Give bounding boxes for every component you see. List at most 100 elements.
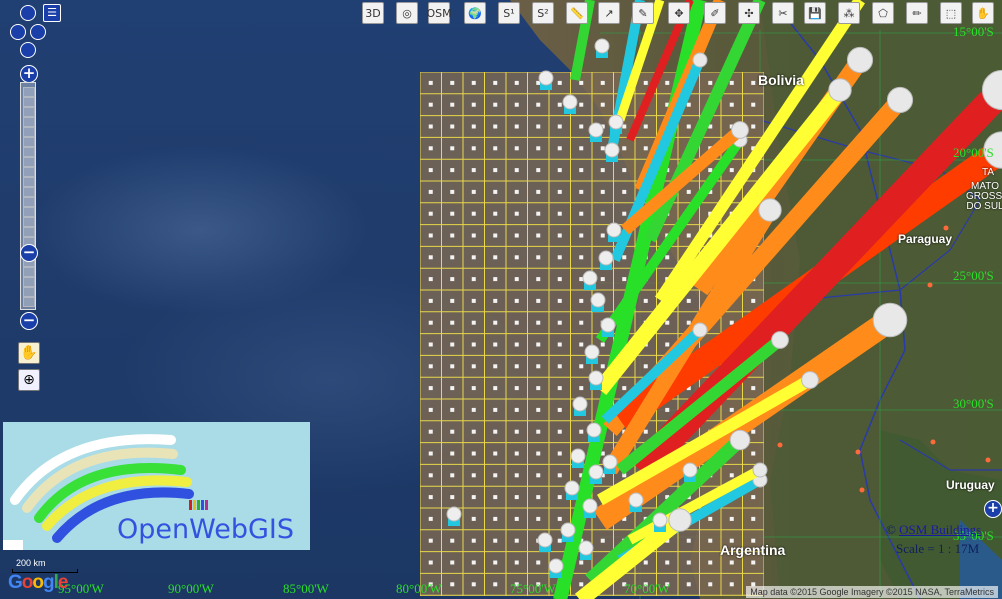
delete-button[interactable]: ✂ <box>772 2 794 24</box>
zoom-level-tick[interactable] <box>23 147 35 157</box>
building-cap <box>628 492 644 508</box>
expand-button[interactable]: + <box>984 500 1002 518</box>
osm-button[interactable]: OSM <box>426 2 452 24</box>
zoom-level-tick[interactable] <box>23 297 35 307</box>
draw-icon: ✏ <box>912 6 922 20</box>
building-cap <box>608 114 624 130</box>
osm-buildings-link[interactable]: OSM Buildings <box>899 522 981 537</box>
zoom-level-tick[interactable] <box>23 87 35 97</box>
zoom-level-tick[interactable] <box>23 187 35 197</box>
building-cap <box>692 52 708 68</box>
country-label-paraguay: Paraguay <box>898 232 953 246</box>
map-attribution[interactable]: Map data ©2015 Google Imagery ©2015 NASA… <box>746 586 998 598</box>
nodes-icon: ⁂ <box>843 6 855 20</box>
zoom-level-tick[interactable] <box>23 197 35 207</box>
zoom-level-tick[interactable] <box>23 117 35 127</box>
select-box-button[interactable]: ⬚ <box>940 2 962 24</box>
logo-name: OpenWebGIS <box>117 514 295 545</box>
lat-label-20s: 20°00'S <box>953 145 994 160</box>
building-cap <box>582 498 598 514</box>
move-node-button[interactable]: ✣ <box>738 2 760 24</box>
ruler-button[interactable]: 📏 <box>566 2 588 24</box>
zoom-level-tick[interactable] <box>23 267 35 277</box>
nodes-button[interactable]: ⁂ <box>838 2 860 24</box>
zoom-level-tick[interactable] <box>23 107 35 117</box>
pan-right-button[interactable] <box>30 24 46 40</box>
zoom-level-tick[interactable] <box>23 127 35 137</box>
route-icon: ↗ <box>604 6 614 20</box>
s2-button[interactable]: S² <box>532 2 554 24</box>
globe-button[interactable]: 🌍 <box>464 2 486 24</box>
google-logo: Google <box>8 572 68 594</box>
select-box-icon: ⬚ <box>945 6 957 20</box>
openwebgis-logo: OpenWebGIS <box>3 422 310 550</box>
building-cap <box>588 464 604 480</box>
edit-button[interactable]: ✐ <box>704 2 726 24</box>
pan-icon: ✋ <box>976 6 990 20</box>
osm-credit: © OSM Buildings <box>886 522 981 538</box>
zoom-level-tick[interactable] <box>23 207 35 217</box>
zoom-box-tool[interactable]: ⊕ <box>18 369 40 391</box>
country-label-uruguay: Uruguay <box>946 478 995 492</box>
osm-icon: OSM <box>426 6 452 20</box>
lon-label-70w: 70°00'W <box>624 581 670 596</box>
zoom-level-tick[interactable] <box>23 277 35 287</box>
zoom-level-tick[interactable] <box>23 227 35 237</box>
building-cap <box>682 462 698 478</box>
building-cap <box>588 122 604 138</box>
building-cap <box>578 540 594 556</box>
target-icon: ◎ <box>402 6 412 20</box>
ruler-icon: 📏 <box>570 6 584 20</box>
building-cap <box>731 121 749 139</box>
delete-icon: ✂ <box>778 6 788 20</box>
zoom-in-button[interactable]: + <box>20 65 38 83</box>
pan-hand-tool[interactable]: ✋ <box>18 342 40 364</box>
building-cap <box>606 222 622 238</box>
draw-button[interactable]: ✏ <box>906 2 928 24</box>
building-cap <box>600 317 616 333</box>
s1-button[interactable]: S¹ <box>498 2 520 24</box>
zoom-level-tick[interactable] <box>23 177 35 187</box>
zoom-level-tick[interactable] <box>23 157 35 167</box>
zoom-level-tick[interactable] <box>23 137 35 147</box>
pan-left-button[interactable] <box>10 24 26 40</box>
globe-icon: 🌍 <box>468 6 482 20</box>
zoom-level-marker[interactable]: − <box>20 244 38 262</box>
move-node-icon: ✣ <box>744 6 754 20</box>
zoom-level-tick[interactable] <box>23 217 35 227</box>
building-cap <box>604 142 620 158</box>
lat-label-25s: 25°00'S <box>953 268 994 283</box>
save-button[interactable]: 💾 <box>804 2 826 24</box>
polygon-button[interactable]: ⬠ <box>872 2 894 24</box>
zoom-level-tick[interactable] <box>23 97 35 107</box>
building-cap <box>588 370 604 386</box>
scale-bar-label: 200 km <box>16 558 46 568</box>
building-cap <box>590 292 606 308</box>
building-cap <box>872 302 908 338</box>
google-letter-g: G <box>8 572 23 593</box>
building-cap <box>598 250 614 266</box>
pan-down-button[interactable] <box>20 42 36 58</box>
move-button[interactable]: ✥ <box>668 2 690 24</box>
3d-button[interactable]: 3D <box>362 2 384 24</box>
target-button[interactable]: ◎ <box>396 2 418 24</box>
building-cap <box>594 38 610 54</box>
polygon-icon: ⬠ <box>878 6 888 20</box>
lat-label-30s: 30°00'S <box>953 396 994 411</box>
country-label-bolivia: Bolivia <box>758 72 804 88</box>
zoom-level-tick[interactable] <box>23 287 35 297</box>
s2-icon: S² <box>537 6 549 20</box>
pan-button[interactable]: ✋ <box>972 2 994 24</box>
route-button[interactable]: ↗ <box>598 2 620 24</box>
building-cap <box>846 46 874 74</box>
zoom-out-button[interactable]: − <box>20 312 38 330</box>
zoom-level-tick[interactable] <box>23 167 35 177</box>
pan-up-button[interactable] <box>20 5 36 21</box>
google-letter-o2: o <box>32 572 44 593</box>
zoom-slider[interactable] <box>20 82 36 310</box>
building-cap <box>538 70 554 86</box>
building-cap <box>652 512 668 528</box>
layer-switcher-button[interactable]: ☰ <box>43 4 61 22</box>
hand-icon: ✋ <box>20 345 38 361</box>
pencil-button[interactable]: ✎ <box>632 2 654 24</box>
